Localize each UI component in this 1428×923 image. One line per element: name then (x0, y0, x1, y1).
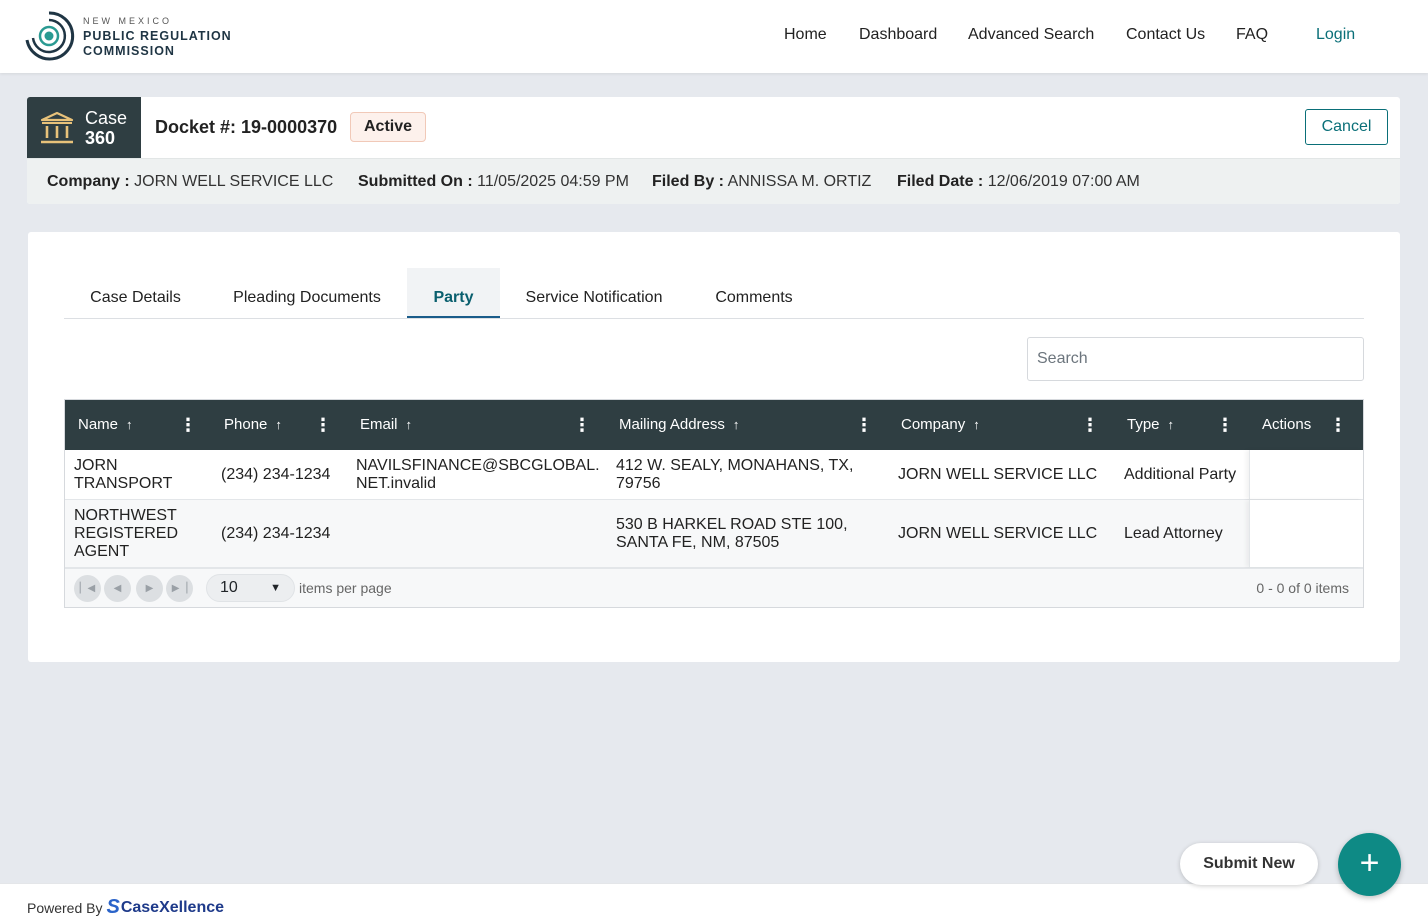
tab-service-notification[interactable]: Service Notification (515, 268, 673, 318)
powered-by: Powered By S CaseXellence (27, 896, 224, 919)
courthouse-icon (40, 111, 74, 143)
column-menu-icon[interactable]: ⋮ (179, 400, 197, 450)
page-info: 0 - 0 of 0 items (1256, 580, 1349, 596)
prc-logo[interactable]: NEW MEXICO PUBLIC REGULATION COMMISSION (23, 10, 232, 62)
chevron-down-icon: ▼ (270, 582, 281, 594)
top-navigation-bar: NEW MEXICO PUBLIC REGULATION COMMISSION … (0, 0, 1428, 73)
column-header-mailing-address[interactable]: Mailing Address ↑ (619, 400, 739, 450)
powered-by-label: Powered By (27, 899, 103, 916)
case-360-badge: Case 360 (27, 97, 141, 158)
previous-page-icon[interactable]: ◀ (104, 575, 131, 602)
sort-arrow-icon: ↑ (275, 417, 282, 432)
sort-arrow-icon: ↑ (973, 417, 980, 432)
meta-filed-date: Filed Date : 12/06/2019 07:00 AM (897, 159, 1140, 204)
next-page-icon[interactable]: ▶ (136, 575, 163, 602)
sort-arrow-icon: ↑ (126, 417, 133, 432)
column-header-company[interactable]: Company ↑ (901, 400, 980, 450)
last-page-icon[interactable]: ▶▕ (166, 575, 193, 602)
search-input[interactable] (1027, 337, 1364, 381)
logo-state-text: NEW MEXICO (83, 15, 173, 26)
plus-icon: + (1359, 844, 1380, 882)
meta-filed-date-value: 12/06/2019 07:00 AM (987, 173, 1140, 190)
tab-comments[interactable]: Comments (688, 268, 820, 318)
cell-actions[interactable] (1249, 450, 1363, 499)
meta-submitted-label: Submitted On : (358, 173, 473, 190)
cell-actions[interactable] (1249, 500, 1363, 567)
nav-contact-us[interactable]: Contact Us (1126, 26, 1205, 44)
party-panel: Case Details Pleading Documents Party Se… (28, 232, 1400, 662)
cell-email: NAVILSFINANCE@SBCGLOBAL. NET.invalid (356, 457, 600, 492)
table-row[interactable]: NORTHWEST REGISTERED AGENT (234) 234-123… (65, 500, 1363, 568)
casexellence-s-icon: S (106, 896, 120, 918)
submit-new-label[interactable]: Submit New (1180, 843, 1318, 885)
column-header-name[interactable]: Name ↑ (78, 400, 133, 450)
prc-logo-icon (25, 11, 75, 61)
footer: Powered By S CaseXellence (0, 883, 1428, 923)
cell-mailing-address: 530 B HARKEL ROAD STE 100, SANTA FE, NM,… (616, 516, 848, 551)
cell-company: JORN WELL SERVICE LLC (898, 525, 1098, 542)
casexellence-logo[interactable]: S CaseXellence (106, 896, 224, 919)
page-size-value: 10 (220, 579, 238, 596)
party-grid: Name ↑ ⋮ Phone ↑ ⋮ Email ↑ ⋮ Mailing Addres… (64, 399, 1364, 608)
case-badge-number: 360 (85, 127, 116, 148)
sort-arrow-icon: ↑ (1167, 417, 1175, 432)
nav-dashboard[interactable]: Dashboard (859, 26, 937, 44)
page-size-select[interactable]: 10 ▼ (206, 574, 295, 602)
cell-name: JORN TRANSPORT (74, 457, 173, 492)
page-size-label: items per page (299, 580, 392, 596)
cell-type: Additional Party (1124, 466, 1237, 483)
cell-mailing-address: 412 W. SEALY, MONAHANS, TX, 79756 (616, 457, 854, 492)
logo-name-line2: COMMISSION (83, 43, 175, 58)
grid-pager: ▏◀ ◀ ▶ ▶▕ 10 ▼ items per page 0 - 0 of 0… (65, 568, 1363, 607)
tab-party[interactable]: Party (407, 268, 500, 318)
meta-submitted-value: 11/05/2025 04:59 PM (477, 173, 629, 190)
meta-submitted: Submitted On : 11/05/2025 04:59 PM (358, 159, 629, 204)
meta-filed-by-label: Filed By : (652, 173, 725, 190)
column-menu-icon[interactable]: ⋮ (855, 400, 873, 450)
brand-name: CaseXellence (120, 898, 225, 916)
logo-name-line1: PUBLIC REGULATION (83, 28, 232, 43)
status-badge: Active (350, 112, 427, 142)
submit-new-button[interactable]: + (1338, 833, 1401, 896)
cell-name: NORTHWEST REGISTERED AGENT (74, 507, 179, 560)
meta-company-value: JORN WELL SERVICE LLC (134, 173, 334, 190)
docket-number: Docket #: 19-0000370 (155, 117, 338, 137)
meta-filed-by-value: ANNISSA M. ORTIZ (727, 173, 872, 190)
column-menu-icon[interactable]: ⋮ (573, 400, 591, 450)
column-menu-icon[interactable]: ⋮ (1216, 400, 1234, 450)
nav-advanced-search[interactable]: Advanced Search (968, 26, 1094, 44)
case-summary-card: Case 360 Docket #: 19-0000370 Active Can… (27, 97, 1400, 204)
meta-filed-date-label: Filed Date : (897, 173, 984, 190)
column-menu-icon[interactable]: ⋮ (1329, 400, 1347, 450)
cancel-button[interactable]: Cancel (1305, 109, 1388, 145)
tab-case-details[interactable]: Case Details (64, 268, 207, 318)
sort-arrow-icon: ↑ (405, 417, 413, 432)
case-badge-word: Case (85, 107, 128, 128)
cell-type: Lead Attorney (1124, 525, 1223, 542)
column-menu-icon[interactable]: ⋮ (314, 400, 332, 450)
meta-company-label: Company : (47, 173, 130, 190)
case-meta-row: Company : JORN WELL SERVICE LLC Submitte… (27, 158, 1400, 204)
table-row[interactable]: JORN TRANSPORT (234) 234-1234 NAVILSFINA… (65, 450, 1363, 500)
tab-pleading-documents[interactable]: Pleading Documents (222, 268, 392, 318)
meta-company: Company : JORN WELL SERVICE LLC (47, 159, 333, 204)
cell-company: JORN WELL SERVICE LLC (898, 466, 1098, 483)
nav-faq[interactable]: FAQ (1236, 26, 1268, 44)
meta-filed-by: Filed By : ANNISSA M. ORTIZ (652, 159, 871, 204)
grid-header: Name ↑ ⋮ Phone ↑ ⋮ Email ↑ ⋮ Mailing Addres… (65, 400, 1363, 450)
column-header-phone[interactable]: Phone ↑ (224, 400, 282, 450)
first-page-icon[interactable]: ▏◀ (74, 575, 101, 602)
sort-arrow-icon: ↑ (732, 417, 740, 432)
column-header-email[interactable]: Email ↑ (360, 400, 412, 450)
column-header-type[interactable]: Type ↑ (1127, 400, 1174, 450)
column-header-actions: Actions (1262, 416, 1312, 433)
column-menu-icon[interactable]: ⋮ (1081, 400, 1099, 450)
nav-login[interactable]: Login (1316, 26, 1355, 44)
cell-phone: (234) 234-1234 (221, 525, 331, 542)
case-tabs: Case Details Pleading Documents Party Se… (64, 268, 1364, 319)
nav-home[interactable]: Home (784, 26, 827, 44)
cell-phone: (234) 234-1234 (221, 466, 331, 483)
